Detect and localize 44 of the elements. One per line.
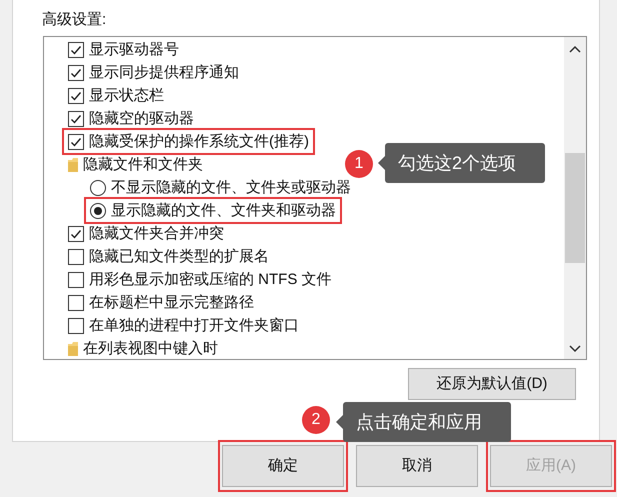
checkmark-icon bbox=[70, 66, 82, 78]
checkbox[interactable] bbox=[68, 88, 84, 104]
checkbox[interactable] bbox=[68, 294, 84, 310]
setting-label: 隐藏空的驱动器 bbox=[89, 111, 194, 126]
dialog-button[interactable]: 确定 bbox=[222, 445, 344, 487]
checkbox[interactable] bbox=[68, 318, 84, 334]
setting-label: 用彩色显示加密或压缩的 NTFS 文件 bbox=[89, 272, 332, 287]
checkmark-icon bbox=[70, 44, 82, 56]
radio-button[interactable] bbox=[90, 180, 106, 196]
radio-button[interactable] bbox=[90, 202, 106, 218]
dialog-button[interactable]: 取消 bbox=[356, 445, 478, 487]
checkmark-icon bbox=[70, 228, 82, 240]
scrollbar[interactable] bbox=[564, 37, 586, 359]
reset-button[interactable]: 还原为默认值(D) bbox=[408, 368, 576, 400]
checkbox[interactable] bbox=[68, 272, 84, 288]
folder-icon bbox=[68, 342, 78, 356]
checkbox[interactable] bbox=[68, 110, 84, 126]
setting-label: 隐藏文件夹合并冲突 bbox=[89, 226, 224, 241]
setting-label: 显示隐藏的文件、文件夹和驱动器 bbox=[111, 203, 336, 218]
scroll-up-icon[interactable] bbox=[569, 45, 581, 53]
setting-label: 显示驱动器号 bbox=[89, 42, 179, 57]
setting-label: 不显示隐藏的文件、文件夹或驱动器 bbox=[111, 180, 351, 195]
checkbox[interactable] bbox=[68, 42, 84, 58]
tooltip: 勾选这2个选项 bbox=[385, 143, 545, 183]
setting-label: 在列表视图中键入时 bbox=[83, 341, 218, 356]
checkbox[interactable] bbox=[68, 64, 84, 80]
setting-label: 显示同步提供程序通知 bbox=[89, 65, 239, 80]
setting-label: 显示状态栏 bbox=[89, 88, 164, 103]
checkmark-icon bbox=[70, 90, 82, 102]
scroll-down-icon[interactable] bbox=[569, 345, 581, 353]
setting-label: 隐藏已知文件类型的扩展名 bbox=[89, 249, 269, 264]
setting-label: 在标题栏中显示完整路径 bbox=[89, 295, 254, 310]
checkbox[interactable] bbox=[68, 134, 84, 150]
scrollbar-thumb[interactable] bbox=[565, 153, 585, 263]
setting-label: 隐藏文件和文件夹 bbox=[83, 157, 203, 172]
tooltip: 点击确定和应用 bbox=[343, 402, 511, 442]
section-label: 高级设置: bbox=[42, 10, 106, 30]
setting-label: 隐藏受保护的操作系统文件(推荐) bbox=[89, 134, 309, 149]
folder-icon bbox=[68, 158, 78, 172]
checkmark-icon bbox=[70, 136, 82, 148]
checkbox[interactable] bbox=[68, 226, 84, 242]
setting-label: 在单独的进程中打开文件夹窗口 bbox=[89, 318, 299, 333]
checkmark-icon bbox=[70, 112, 82, 124]
checkbox[interactable] bbox=[68, 248, 84, 264]
